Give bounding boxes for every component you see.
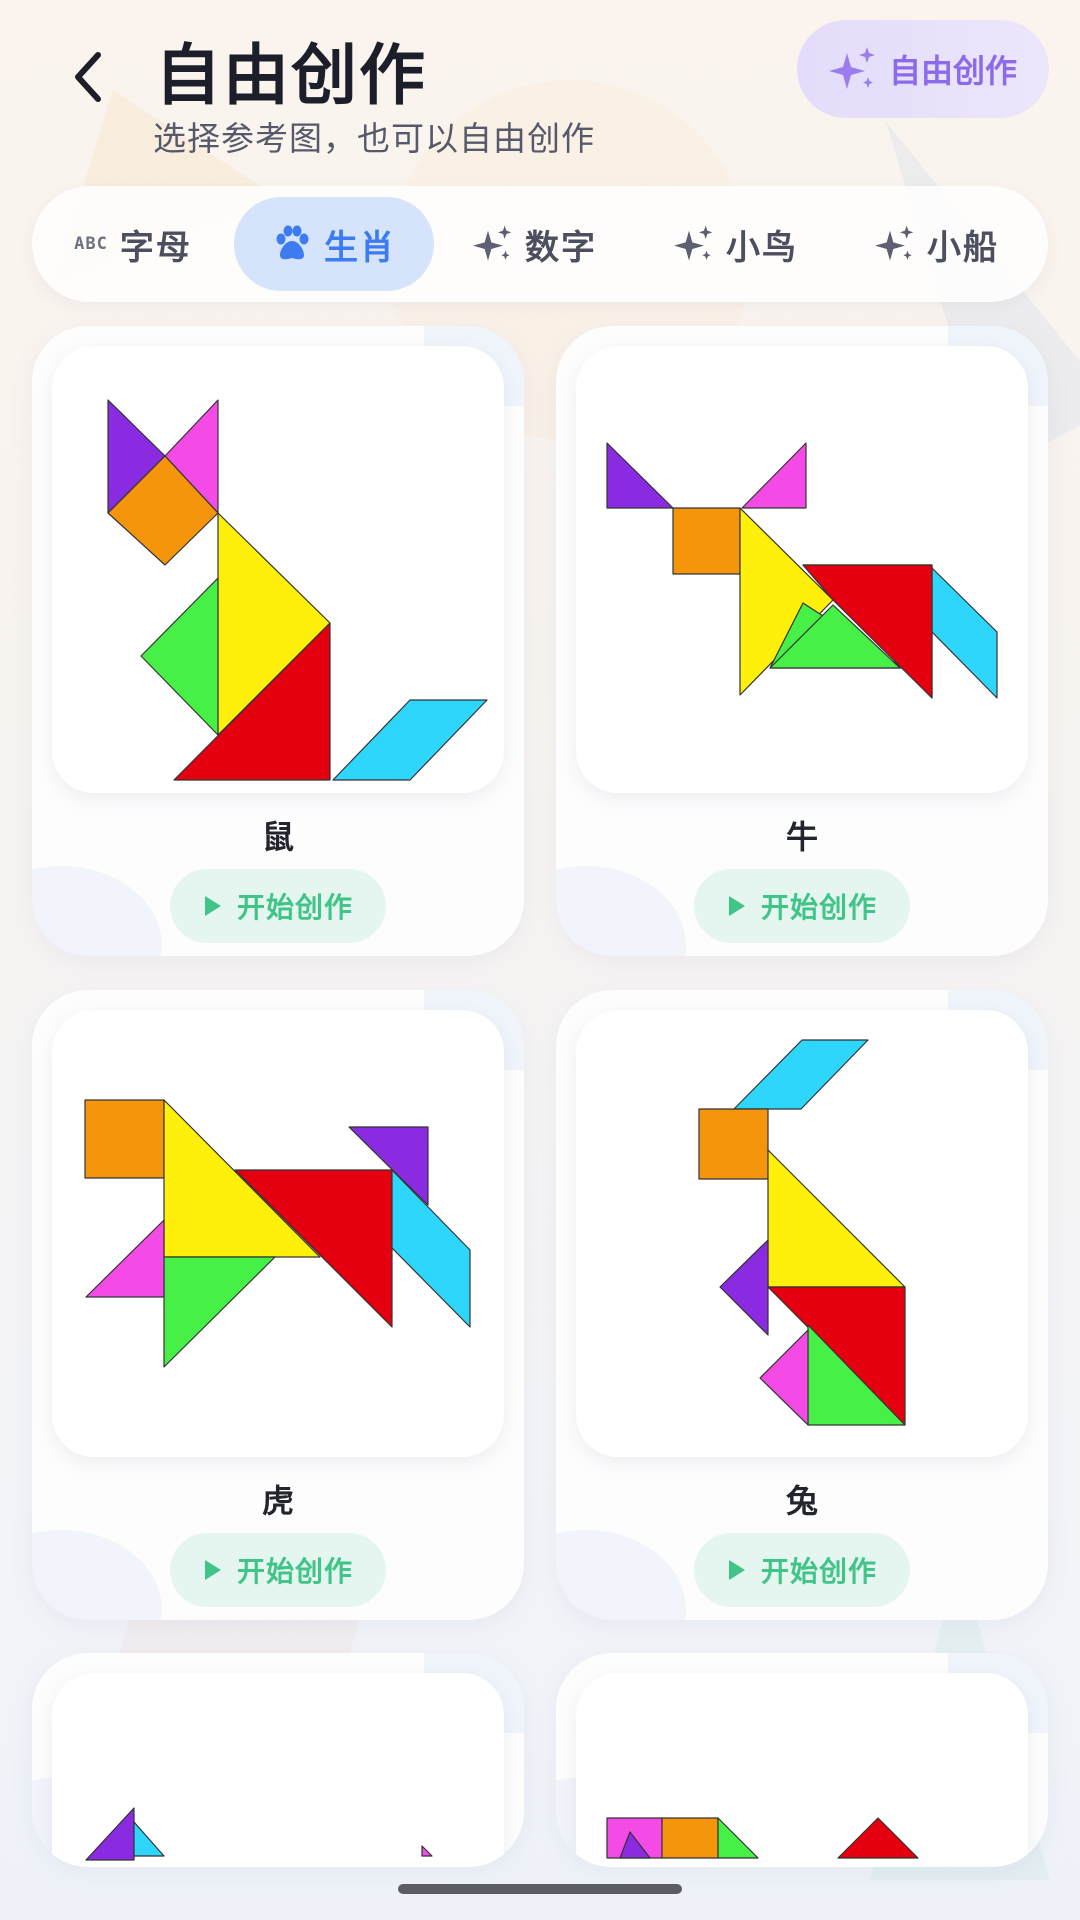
tangram-preview <box>52 346 504 793</box>
start-create-label: 开始创作 <box>760 891 877 924</box>
zodiac-card-rat[interactable]: 鼠 开始创作 <box>32 326 524 956</box>
tangram-preview <box>52 1010 504 1457</box>
tab-label: 小鸟 <box>726 227 798 268</box>
card-name: 虎 <box>261 1482 294 1520</box>
play-icon <box>728 1560 745 1580</box>
tangram-rabbit-image <box>698 1039 906 1426</box>
chevron-left-icon <box>75 52 101 102</box>
play-icon <box>204 896 221 916</box>
sparkle-icon <box>674 225 713 261</box>
tab-label: 字母 <box>119 227 192 268</box>
card-name: 兔 <box>785 1482 818 1520</box>
start-create-button[interactable]: 开始创作 <box>170 1533 386 1607</box>
home-indicator[interactable] <box>398 1884 682 1894</box>
zodiac-card-rabbit[interactable]: 兔 开始创作 <box>556 990 1048 1620</box>
start-create-button[interactable]: 开始创作 <box>694 1533 910 1607</box>
tab-label: 小船 <box>927 227 999 268</box>
start-create-button[interactable]: 开始创作 <box>694 869 910 943</box>
sparkle-icon <box>828 47 875 89</box>
start-create-button[interactable]: 开始创作 <box>170 869 386 943</box>
tangram-ox-image <box>606 442 998 699</box>
zodiac-card-partial[interactable] <box>32 1653 524 1867</box>
sparkle-icon <box>875 225 914 261</box>
tab-boats[interactable]: 小船 <box>837 197 1037 291</box>
free-create-button[interactable]: 自由创作 <box>797 20 1049 118</box>
start-create-label: 开始创作 <box>760 1555 877 1588</box>
back-button[interactable] <box>58 42 118 112</box>
tangram-preview <box>52 1673 504 1867</box>
paw-icon <box>276 225 309 260</box>
page-subtitle: 选择参考图，也可以自由创作 <box>153 119 595 158</box>
page-title: 自由创作 <box>155 37 427 114</box>
play-icon <box>204 1560 221 1580</box>
header: 自由创作 选择参考图，也可以自由创作 自由创作 <box>0 0 1080 180</box>
tangram-preview <box>576 346 1028 793</box>
start-create-label: 开始创作 <box>236 891 353 924</box>
tangram-rat-image <box>107 399 488 781</box>
tangram-tiger-image <box>84 1099 471 1368</box>
tab-zodiac[interactable]: 生肖 <box>234 197 434 291</box>
sparkle-icon <box>473 225 512 261</box>
zodiac-card-tiger[interactable]: 虎 开始创作 <box>32 990 524 1620</box>
play-icon <box>728 896 745 916</box>
zodiac-card-ox[interactable]: 牛 开始创作 <box>556 326 1048 956</box>
card-name: 鼠 <box>261 818 294 856</box>
tab-letters[interactable]: ABC 字母 <box>33 197 233 291</box>
tangram-partial-image <box>606 1817 919 1859</box>
tab-label: 数字 <box>525 227 597 268</box>
tab-birds[interactable]: 小鸟 <box>636 197 836 291</box>
tangram-preview <box>576 1010 1028 1457</box>
free-create-button-label: 自由创作 <box>888 52 1017 90</box>
tangram-preview <box>576 1673 1028 1867</box>
zodiac-card-partial[interactable] <box>556 1653 1048 1867</box>
abc-icon: ABC <box>74 234 108 254</box>
category-tabs: ABC 字母 生肖 数字 小鸟 小船 <box>32 186 1048 302</box>
tab-label: 生肖 <box>324 227 396 268</box>
card-name: 牛 <box>785 818 818 856</box>
tangram-partial-image <box>85 1807 433 1861</box>
tab-numbers[interactable]: 数字 <box>435 197 635 291</box>
start-create-label: 开始创作 <box>236 1555 353 1588</box>
